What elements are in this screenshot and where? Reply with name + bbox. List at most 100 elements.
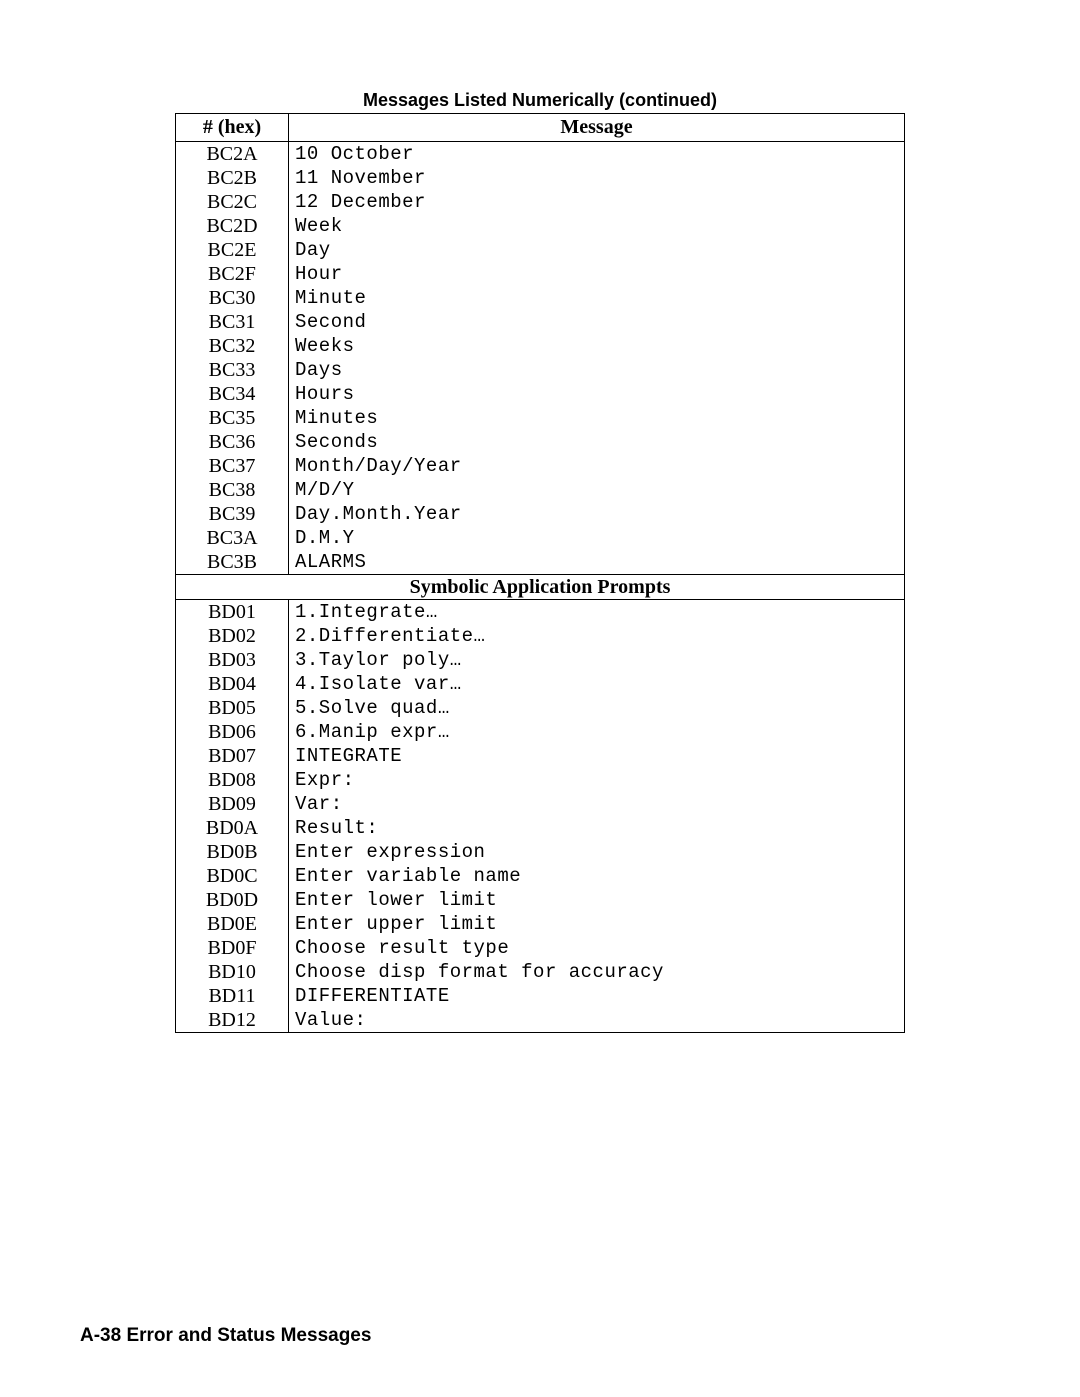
table-row: BC39Day.Month.Year	[176, 502, 905, 526]
message-text: 2.Differentiate…	[289, 624, 905, 648]
message-text: Month/Day/Year	[289, 454, 905, 478]
hex-code: BD0B	[176, 840, 289, 864]
table-row: BC33Days	[176, 358, 905, 382]
table-row: BC37Month/Day/Year	[176, 454, 905, 478]
section-header-row: Symbolic Application Prompts	[176, 575, 905, 600]
hex-code: BD0E	[176, 912, 289, 936]
message-text: 5.Solve quad…	[289, 696, 905, 720]
hex-code: BD06	[176, 720, 289, 744]
hex-code: BC2A	[176, 142, 289, 167]
hex-code: BC2E	[176, 238, 289, 262]
table-header-row: # (hex) Message	[176, 114, 905, 142]
table-row: BD0DEnter lower limit	[176, 888, 905, 912]
hex-code: BC2F	[176, 262, 289, 286]
message-text: Expr:	[289, 768, 905, 792]
message-text: Minute	[289, 286, 905, 310]
hex-code: BD08	[176, 768, 289, 792]
hex-code: BD03	[176, 648, 289, 672]
message-text: Value:	[289, 1008, 905, 1033]
message-text: Second	[289, 310, 905, 334]
table-row: BC2A10 October	[176, 142, 905, 167]
table-row: BD066.Manip expr…	[176, 720, 905, 744]
table-row: BC2FHour	[176, 262, 905, 286]
hex-code: BD12	[176, 1008, 289, 1033]
hex-code: BD0D	[176, 888, 289, 912]
table-row: BD0BEnter expression	[176, 840, 905, 864]
hex-code: BD0C	[176, 864, 289, 888]
message-text: D.M.Y	[289, 526, 905, 550]
message-text: Days	[289, 358, 905, 382]
message-text: Choose result type	[289, 936, 905, 960]
hex-code: BC3A	[176, 526, 289, 550]
message-text: Seconds	[289, 430, 905, 454]
message-text: Enter upper limit	[289, 912, 905, 936]
table-row: BD07INTEGRATE	[176, 744, 905, 768]
table-row: BD0FChoose result type	[176, 936, 905, 960]
hex-code: BC2B	[176, 166, 289, 190]
message-text: Result:	[289, 816, 905, 840]
table-caption: Messages Listed Numerically (continued)	[80, 90, 1000, 111]
table-row: BD044.Isolate var…	[176, 672, 905, 696]
message-text: Enter variable name	[289, 864, 905, 888]
table-row: BC2C12 December	[176, 190, 905, 214]
messages-table: # (hex) Message BC2A10 OctoberBC2B11 Nov…	[175, 113, 905, 1033]
hex-code: BD0F	[176, 936, 289, 960]
table-row: BC34Hours	[176, 382, 905, 406]
hex-code: BC38	[176, 478, 289, 502]
table-row: BC2B11 November	[176, 166, 905, 190]
message-text: 1.Integrate…	[289, 600, 905, 625]
section-title: Symbolic Application Prompts	[176, 575, 905, 600]
hex-code: BC31	[176, 310, 289, 334]
page-content: Messages Listed Numerically (continued) …	[0, 0, 1080, 1033]
message-text: Hours	[289, 382, 905, 406]
table-row: BD0EEnter upper limit	[176, 912, 905, 936]
table-row: BD12Value:	[176, 1008, 905, 1033]
message-text: Day.Month.Year	[289, 502, 905, 526]
page-footer: A-38 Error and Status Messages	[80, 1325, 371, 1347]
table-row: BD033.Taylor poly…	[176, 648, 905, 672]
hex-code: BC33	[176, 358, 289, 382]
table-row: BC35Minutes	[176, 406, 905, 430]
table-row: BD09Var:	[176, 792, 905, 816]
hex-code: BD10	[176, 960, 289, 984]
table-row: BD11DIFFERENTIATE	[176, 984, 905, 1008]
message-text: Hour	[289, 262, 905, 286]
hex-code: BC32	[176, 334, 289, 358]
message-text: Week	[289, 214, 905, 238]
message-text: 10 October	[289, 142, 905, 167]
hex-code: BC39	[176, 502, 289, 526]
message-text: Enter lower limit	[289, 888, 905, 912]
hex-code: BC30	[176, 286, 289, 310]
table-row: BD0AResult:	[176, 816, 905, 840]
hex-code: BD01	[176, 600, 289, 625]
message-text: Choose disp format for accuracy	[289, 960, 905, 984]
table-row: BC3BALARMS	[176, 550, 905, 575]
table-row: BD022.Differentiate…	[176, 624, 905, 648]
hex-code: BC36	[176, 430, 289, 454]
table-row: BD0CEnter variable name	[176, 864, 905, 888]
table-row: BC38M/D/Y	[176, 478, 905, 502]
message-text: 3.Taylor poly…	[289, 648, 905, 672]
hex-code: BD02	[176, 624, 289, 648]
message-text: ALARMS	[289, 550, 905, 575]
message-text: Weeks	[289, 334, 905, 358]
table-row: BD055.Solve quad…	[176, 696, 905, 720]
message-text: Minutes	[289, 406, 905, 430]
table-row: BD011.Integrate…	[176, 600, 905, 625]
table-row: BC32Weeks	[176, 334, 905, 358]
header-message: Message	[289, 114, 905, 142]
hex-code: BC3B	[176, 550, 289, 575]
table-row: BC36Seconds	[176, 430, 905, 454]
table-row: BC31Second	[176, 310, 905, 334]
table-row: BD08Expr:	[176, 768, 905, 792]
message-text: 11 November	[289, 166, 905, 190]
hex-code: BC37	[176, 454, 289, 478]
hex-code: BD09	[176, 792, 289, 816]
message-text: DIFFERENTIATE	[289, 984, 905, 1008]
table-row: BC2EDay	[176, 238, 905, 262]
hex-code: BC2D	[176, 214, 289, 238]
table-row: BD10Choose disp format for accuracy	[176, 960, 905, 984]
hex-code: BD04	[176, 672, 289, 696]
message-text: Var:	[289, 792, 905, 816]
hex-code: BC2C	[176, 190, 289, 214]
